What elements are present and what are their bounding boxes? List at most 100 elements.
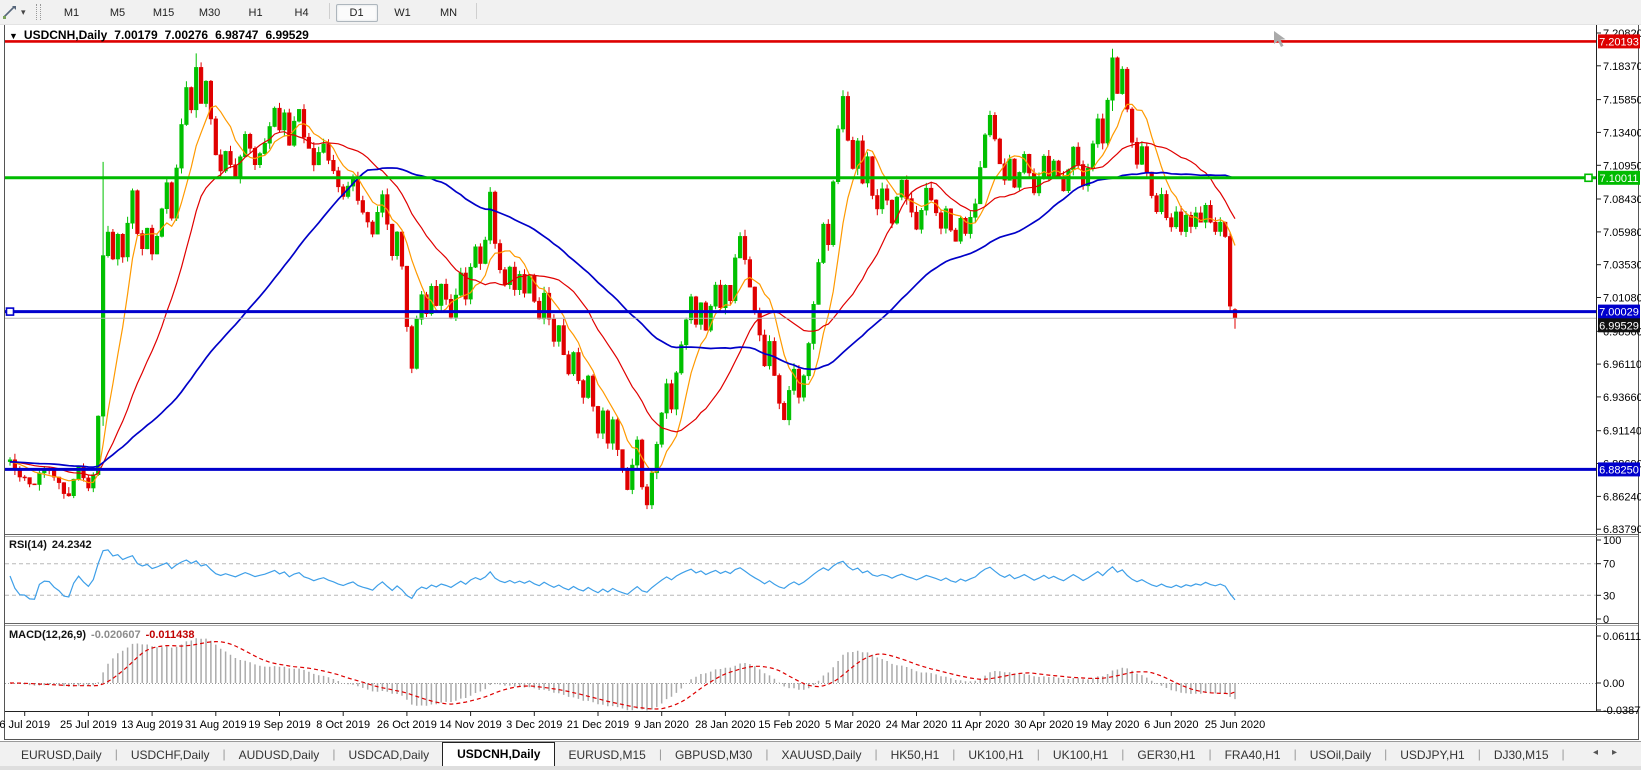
date-label: 8 Oct 2019: [316, 719, 370, 731]
level-badge-text: 7.00029: [1599, 307, 1639, 319]
date-label: 25 Jun 2020: [1205, 719, 1266, 731]
ma-mid-line: [9, 131, 1236, 477]
draw-tool-icon[interactable]: ▾: [0, 2, 30, 22]
date-axis: 6 Jul 2019 25 Jul 2019 13 Aug 2019 31 Aug 2…: [0, 712, 1265, 731]
macd-tick: 0.00: [1603, 678, 1624, 690]
timeframe-button-m5[interactable]: M5: [97, 4, 139, 22]
tab-fra40-h1[interactable]: FRA40,H1: [1212, 744, 1294, 767]
date-label: 5 Mar 2020: [825, 719, 881, 731]
date-label: 26 Oct 2019: [377, 719, 437, 731]
macd-histogram: [9, 638, 1236, 711]
timeframe-button-d1[interactable]: D1: [335, 3, 378, 22]
line-anchor[interactable]: [1584, 173, 1593, 183]
current-price-badge-text: 6.99529: [1599, 320, 1639, 332]
price-tick: 7.03530: [1603, 260, 1641, 272]
ohlc-low: 6.98747: [215, 28, 259, 42]
date-label: 13 Aug 2019: [121, 719, 183, 731]
price-tick: 6.86240: [1603, 491, 1641, 503]
ma-fast-line: [9, 103, 1236, 484]
ma-slow-line: [9, 167, 1236, 468]
price-tick: 7.05980: [1603, 227, 1641, 239]
timeframe-button-h1[interactable]: H1: [235, 4, 277, 22]
horizontal-lines: [5, 31, 1596, 471]
date-label: 30 Apr 2020: [1014, 719, 1073, 731]
tab-usdjpy-h1[interactable]: USDJPY,H1: [1387, 744, 1477, 767]
tab-usdchf-daily[interactable]: USDCHF,Daily: [118, 744, 223, 767]
tab-usdcnh-daily[interactable]: USDCNH,Daily: [442, 742, 556, 767]
tab-audusd-daily[interactable]: AUDUSD,Daily: [226, 744, 333, 767]
rsi-name: RSI(14): [9, 539, 47, 551]
chart-tabs: EURUSD,Daily | USDCHF,Daily | AUDUSD,Daily | U…: [0, 742, 1565, 767]
tab-usdcad-daily[interactable]: USDCAD,Daily: [335, 744, 442, 767]
date-label: 6 Jul 2019: [0, 719, 50, 731]
timeframe-button-m30[interactable]: M30: [189, 4, 231, 22]
tab-usoil-daily[interactable]: USOil,Daily: [1297, 744, 1384, 767]
rsi-indicator-label: RSI(14) 24.2342: [9, 539, 92, 551]
bear-candle-bodies: [12, 57, 1238, 506]
date-label: 24 Mar 2020: [886, 719, 948, 731]
tab-uk100-h1[interactable]: UK100,H1: [955, 744, 1036, 767]
tab-xauusd-daily[interactable]: XAUUSD,Daily: [768, 744, 874, 767]
moving-averages: [9, 103, 1236, 484]
tab-uk100-h1[interactable]: UK100,H1: [1040, 744, 1121, 767]
macd-name: MACD(12,26,9): [9, 629, 87, 641]
tool-dropdown-icon[interactable]: ▾: [21, 7, 26, 18]
toolbar-separator: [328, 3, 330, 20]
chart-title[interactable]: ▼ USDCNH,Daily 7.00179 7.00276 6.98747 6.9952…: [9, 28, 309, 42]
level-badge-text: 7.20193: [1599, 36, 1639, 48]
rsi-tick: 30: [1603, 590, 1615, 602]
chart-scroll-marker-icon: [1274, 31, 1286, 47]
macd-signal-value: -0.011438: [145, 629, 195, 641]
line-anchor[interactable]: [5, 307, 15, 316]
window-bottom-edge: [0, 766, 1641, 770]
timeframe-buttons: M1 M5 M15 M30 H1 H4 D1 W1 MN: [49, 3, 481, 22]
tab-separator: |: [1561, 747, 1565, 761]
line-tool-icon: [3, 6, 16, 19]
timeframe-button-mn[interactable]: MN: [428, 4, 470, 22]
price-tick: 7.08430: [1603, 194, 1641, 206]
timeframe-button-h4[interactable]: H4: [281, 4, 323, 22]
date-label: 19 Sep 2019: [248, 719, 310, 731]
chart-frame: [4, 24, 1639, 740]
tab-scroll-left-icon[interactable]: ◂: [1593, 747, 1612, 758]
tab-eurusd-daily[interactable]: EURUSD,Daily: [8, 744, 115, 767]
macd-main-value: -0.020607: [91, 629, 141, 641]
date-label: 15 Feb 2020: [758, 719, 820, 731]
chart-tabs-bar: EURUSD,Daily | USDCHF,Daily | AUDUSD,Daily | U…: [0, 741, 1641, 767]
tab-eurusd-m15[interactable]: EURUSD,M15: [555, 744, 658, 767]
price-tick: 7.10950: [1603, 160, 1641, 172]
date-label: 25 Jul 2019: [60, 719, 117, 731]
date-label: 19 May 2020: [1076, 719, 1140, 731]
bull-candle-wicks: [9, 48, 1221, 509]
price-tick: 6.96110: [1603, 359, 1641, 371]
price-chart[interactable]: 7.208207.183707.158507.134007.109507.084…: [0, 0, 1641, 770]
macd-indicator-label: MACD(12,26,9) -0.020607 -0.011438: [9, 629, 195, 641]
bull-candle-bodies: [7, 57, 1223, 506]
toolbar-grip[interactable]: [35, 4, 41, 20]
tab-scroll-arrows: ◂▸: [1593, 747, 1631, 758]
symbol-label: USDCNH,Daily: [23, 28, 108, 42]
date-label: 14 Nov 2019: [439, 719, 501, 731]
candles: [7, 48, 1238, 510]
date-label: 28 Jan 2020: [695, 719, 756, 731]
tab-scroll-right-icon[interactable]: ▸: [1612, 747, 1631, 758]
level-badge-text: 7.10011: [1600, 173, 1639, 185]
toolbar: ▾ M1 M5 M15 M30 H1 H4 D1 W1 MN: [0, 0, 1641, 25]
chart-dropdown-icon[interactable]: ▼: [9, 31, 18, 41]
rsi-tick: 100: [1603, 535, 1621, 547]
ohlc-open: 7.00179: [114, 28, 158, 42]
timeframe-button-w1[interactable]: W1: [382, 4, 424, 22]
bear-candle-wicks: [14, 56, 1236, 510]
price-tick: 7.18370: [1603, 61, 1641, 73]
tab-ger30-h1[interactable]: GER30,H1: [1124, 744, 1208, 767]
tab-dj30-m15[interactable]: DJ30,M15: [1481, 744, 1562, 767]
rsi-value: 24.2342: [51, 539, 92, 551]
tab-gbpusd-m30[interactable]: GBPUSD,M30: [662, 744, 765, 767]
timeframe-button-m1[interactable]: M1: [51, 4, 93, 22]
date-label: 9 Jan 2020: [634, 719, 688, 731]
rsi-pane: [5, 539, 1601, 620]
mt4-workspace: 7.20820 7.18370 7.15850 7.13400 7.10950 7.084…: [0, 0, 1641, 770]
timeframe-button-m15[interactable]: M15: [143, 4, 185, 22]
price-tick: 6.93660: [1603, 392, 1641, 404]
tab-hk50-h1[interactable]: HK50,H1: [878, 744, 953, 767]
